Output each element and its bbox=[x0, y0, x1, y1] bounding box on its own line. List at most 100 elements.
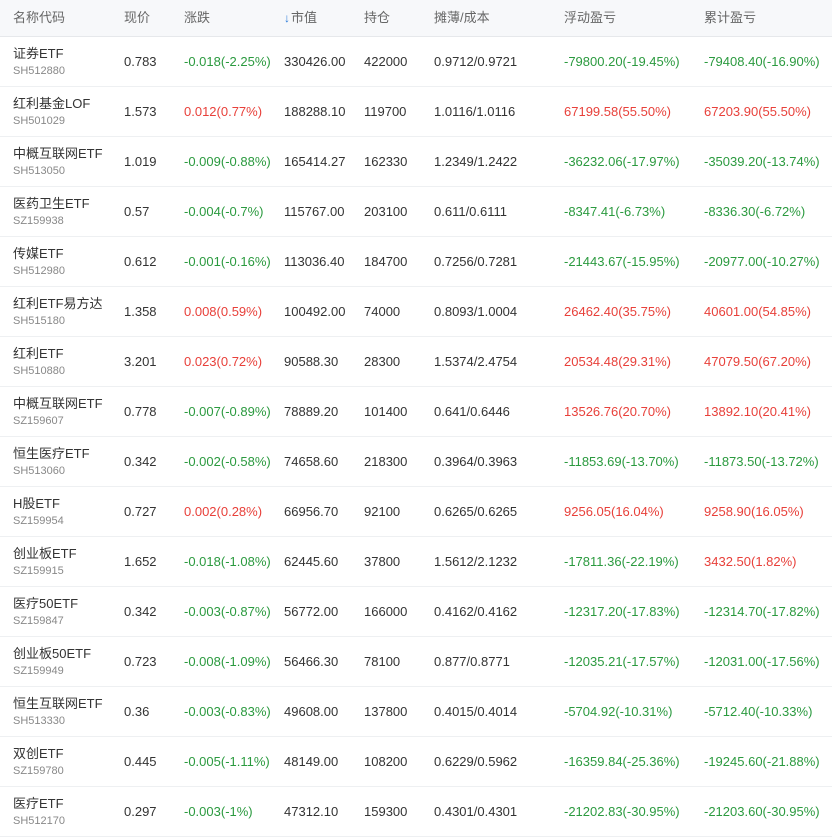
position-cell: 28300 bbox=[364, 354, 401, 369]
market-value-cell: 74658.60 bbox=[284, 454, 339, 469]
position-cell: 422000 bbox=[364, 54, 408, 69]
change-cell: -0.003(-0.87%) bbox=[184, 604, 271, 619]
total-pnl-cell: -35039.20(-13.74%) bbox=[704, 154, 820, 169]
cost-cell: 1.2349/1.2422 bbox=[434, 154, 518, 169]
cost-cell: 0.4015/0.4014 bbox=[434, 704, 518, 719]
price-cell: 3.201 bbox=[124, 354, 157, 369]
market-value-cell: 56466.30 bbox=[284, 654, 339, 669]
price-cell: 1.573 bbox=[124, 104, 157, 119]
change-cell: -0.005(-1.11%) bbox=[184, 754, 270, 769]
change-cell: -0.008(-1.09%) bbox=[184, 654, 271, 669]
change-cell: -0.003(-0.83%) bbox=[184, 704, 271, 719]
cost-cell: 0.6265/0.6265 bbox=[434, 504, 518, 519]
float-pnl-cell: -79800.20(-19.45%) bbox=[564, 54, 680, 69]
price-cell: 0.57 bbox=[124, 204, 150, 219]
column-header-market-value[interactable]: ↓市值 bbox=[284, 0, 317, 36]
fund-name: 红利ETF易方达 bbox=[13, 296, 103, 311]
change-cell: 0.012(0.77%) bbox=[184, 104, 263, 119]
total-pnl-cell: 9258.90(16.05%) bbox=[704, 504, 804, 519]
fund-code: SZ159949 bbox=[13, 665, 64, 677]
holdings-table: 名称代码 现价 涨跌 ↓市值 持仓 摊薄/成本 浮动盈亏 累计盈亏 证券ETF … bbox=[0, 0, 832, 837]
float-pnl-cell: -5704.92(-10.31%) bbox=[564, 704, 673, 719]
price-cell: 0.297 bbox=[124, 804, 157, 819]
float-pnl-cell: -17811.36(-22.19%) bbox=[564, 554, 679, 569]
fund-code: SH513050 bbox=[13, 165, 65, 177]
table-row[interactable]: 中概互联网ETF SZ159607 0.778 -0.007(-0.89%) 7… bbox=[0, 387, 832, 437]
change-cell: 0.023(0.72%) bbox=[184, 354, 263, 369]
float-pnl-cell: -12035.21(-17.57%) bbox=[564, 654, 680, 669]
total-pnl-cell: 40601.00(54.85%) bbox=[704, 304, 811, 319]
market-value-cell: 49608.00 bbox=[284, 704, 339, 719]
table-row[interactable]: 红利ETF SH510880 3.201 0.023(0.72%) 90588.… bbox=[0, 337, 832, 387]
float-pnl-cell: -12317.20(-17.83%) bbox=[564, 604, 680, 619]
change-cell: 0.002(0.28%) bbox=[184, 504, 263, 519]
position-cell: 137800 bbox=[364, 704, 408, 719]
column-header-float-pnl[interactable]: 浮动盈亏 bbox=[564, 0, 616, 36]
cost-cell: 0.6229/0.5962 bbox=[434, 754, 518, 769]
price-cell: 0.36 bbox=[124, 704, 150, 719]
name-code-cell: 红利ETF易方达 SH515180 bbox=[13, 287, 113, 336]
cost-cell: 0.7256/0.7281 bbox=[434, 254, 518, 269]
fund-name: 恒生医疗ETF bbox=[13, 446, 90, 461]
position-cell: 101400 bbox=[364, 404, 408, 419]
table-row[interactable]: 红利ETF易方达 SH515180 1.358 0.008(0.59%) 100… bbox=[0, 287, 832, 337]
position-cell: 218300 bbox=[364, 454, 408, 469]
table-row[interactable]: 创业板ETF SZ159915 1.652 -0.018(-1.08%) 624… bbox=[0, 537, 832, 587]
cost-cell: 1.5374/2.4754 bbox=[434, 354, 518, 369]
table-row[interactable]: 医疗ETF SH512170 0.297 -0.003(-1%) 47312.1… bbox=[0, 787, 832, 837]
market-value-cell: 165414.27 bbox=[284, 154, 346, 169]
total-pnl-cell: -8336.30(-6.72%) bbox=[704, 204, 806, 219]
table-row[interactable]: 红利基金LOF SH501029 1.573 0.012(0.77%) 1882… bbox=[0, 87, 832, 137]
name-code-cell: 医疗ETF SH512170 bbox=[13, 787, 113, 836]
table-header: 名称代码 现价 涨跌 ↓市值 持仓 摊薄/成本 浮动盈亏 累计盈亏 bbox=[0, 0, 832, 37]
market-value-cell: 47312.10 bbox=[284, 804, 339, 819]
table-row[interactable]: 中概互联网ETF SH513050 1.019 -0.009(-0.88%) 1… bbox=[0, 137, 832, 187]
total-pnl-cell: -19245.60(-21.88%) bbox=[704, 754, 820, 769]
total-pnl-cell: -12031.00(-17.56%) bbox=[704, 654, 820, 669]
name-code-cell: 双创ETF SZ159780 bbox=[13, 737, 113, 786]
fund-name: 医疗50ETF bbox=[13, 596, 79, 611]
position-cell: 78100 bbox=[364, 654, 401, 669]
fund-code: SH512980 bbox=[13, 265, 65, 277]
fund-code: SZ159915 bbox=[13, 565, 64, 577]
float-pnl-cell: -36232.06(-17.97%) bbox=[564, 154, 680, 169]
column-header-position[interactable]: 持仓 bbox=[364, 0, 390, 36]
fund-name: 红利基金LOF bbox=[13, 96, 91, 111]
float-pnl-cell: 13526.76(20.70%) bbox=[564, 404, 671, 419]
price-cell: 0.723 bbox=[124, 654, 157, 669]
price-cell: 1.019 bbox=[124, 154, 157, 169]
position-cell: 166000 bbox=[364, 604, 408, 619]
fund-code: SH501029 bbox=[13, 115, 65, 127]
column-header-change[interactable]: 涨跌 bbox=[184, 0, 210, 36]
sort-desc-icon: ↓ bbox=[284, 11, 290, 25]
table-body: 证券ETF SH512880 0.783 -0.018(-2.25%) 3304… bbox=[0, 37, 832, 837]
fund-code: SH512880 bbox=[13, 65, 65, 77]
change-cell: -0.007(-0.89%) bbox=[184, 404, 271, 419]
table-row[interactable]: 恒生医疗ETF SH513060 0.342 -0.002(-0.58%) 74… bbox=[0, 437, 832, 487]
name-code-cell: 证券ETF SH512880 bbox=[13, 37, 113, 86]
column-header-cost[interactable]: 摊薄/成本 bbox=[434, 0, 490, 36]
price-cell: 0.342 bbox=[124, 604, 157, 619]
market-value-cell: 188288.10 bbox=[284, 104, 346, 119]
name-code-cell: 创业板ETF SZ159915 bbox=[13, 537, 113, 586]
table-row[interactable]: 恒生互联网ETF SH513330 0.36 -0.003(-0.83%) 49… bbox=[0, 687, 832, 737]
fund-name: 中概互联网ETF bbox=[13, 146, 103, 161]
column-header-name[interactable]: 名称代码 bbox=[13, 0, 113, 36]
name-code-cell: 红利ETF SH510880 bbox=[13, 337, 113, 386]
total-pnl-cell: -12314.70(-17.82%) bbox=[704, 604, 820, 619]
table-row[interactable]: 传媒ETF SH512980 0.612 -0.001(-0.16%) 1130… bbox=[0, 237, 832, 287]
column-header-price[interactable]: 现价 bbox=[124, 0, 150, 36]
table-row[interactable]: 创业板50ETF SZ159949 0.723 -0.008(-1.09%) 5… bbox=[0, 637, 832, 687]
total-pnl-cell: -11873.50(-13.72%) bbox=[704, 454, 819, 469]
name-code-cell: 中概互联网ETF SZ159607 bbox=[13, 387, 113, 436]
table-row[interactable]: 证券ETF SH512880 0.783 -0.018(-2.25%) 3304… bbox=[0, 37, 832, 87]
table-row[interactable]: 医疗50ETF SZ159847 0.342 -0.003(-0.87%) 56… bbox=[0, 587, 832, 637]
column-header-total-pnl[interactable]: 累计盈亏 bbox=[704, 0, 756, 36]
table-row[interactable]: 双创ETF SZ159780 0.445 -0.005(-1.11%) 4814… bbox=[0, 737, 832, 787]
name-code-cell: 创业板50ETF SZ159949 bbox=[13, 637, 113, 686]
total-pnl-cell: -21203.60(-30.95%) bbox=[704, 804, 820, 819]
table-row[interactable]: 医药卫生ETF SZ159938 0.57 -0.004(-0.7%) 1157… bbox=[0, 187, 832, 237]
fund-code: SZ159954 bbox=[13, 515, 64, 527]
table-row[interactable]: H股ETF SZ159954 0.727 0.002(0.28%) 66956.… bbox=[0, 487, 832, 537]
cost-cell: 0.9712/0.9721 bbox=[434, 54, 518, 69]
